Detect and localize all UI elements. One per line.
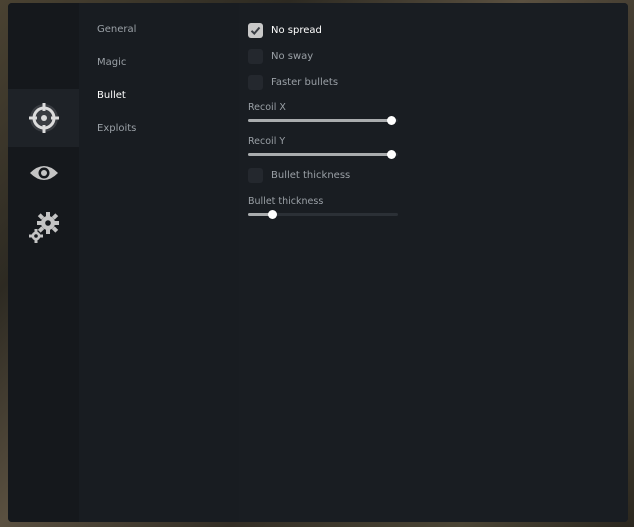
no-spread-checkbox[interactable]: [248, 23, 263, 38]
category-exploits[interactable]: Exploits: [97, 123, 136, 134]
bullet-thickness-toggle-label: Bullet thickness: [271, 170, 351, 181]
bullet-thickness-label: Bullet thickness: [248, 196, 324, 207]
category-general[interactable]: General: [97, 24, 136, 35]
bullet-settings-panel: No spread No sway Faster bullets Recoil …: [239, 3, 628, 522]
category-magic[interactable]: Magic: [97, 57, 126, 68]
bullet-thickness-slider[interactable]: [248, 210, 398, 219]
icon-rail: [8, 3, 79, 522]
no-spread-label: No spread: [271, 25, 322, 36]
bullet-thickness-toggle[interactable]: Bullet thickness: [248, 168, 350, 183]
crosshair-icon: [28, 103, 59, 133]
recoil-y-label: Recoil Y: [248, 136, 286, 147]
recoil-y-fill: [248, 153, 391, 156]
rail-tab-aim[interactable]: [8, 89, 79, 147]
gears-icon: [28, 212, 59, 243]
faster-bullets-checkbox[interactable]: [248, 75, 263, 90]
bullet-thickness-handle[interactable]: [268, 210, 277, 219]
recoil-x-slider[interactable]: [248, 116, 398, 125]
no-sway-toggle[interactable]: No sway: [248, 49, 313, 64]
recoil-x-label: Recoil X: [248, 102, 286, 113]
no-sway-checkbox[interactable]: [248, 49, 263, 64]
recoil-y-handle[interactable]: [386, 150, 396, 159]
bullet-thickness-checkbox[interactable]: [248, 168, 263, 183]
eye-icon: [29, 166, 58, 180]
no-sway-label: No sway: [271, 51, 314, 62]
rail-tab-visuals[interactable]: [8, 144, 79, 202]
recoil-x-handle[interactable]: [386, 116, 396, 125]
no-spread-toggle[interactable]: No spread: [248, 23, 322, 38]
faster-bullets-toggle[interactable]: Faster bullets: [248, 75, 338, 90]
rail-tab-settings[interactable]: [8, 199, 79, 257]
faster-bullets-label: Faster bullets: [271, 77, 339, 88]
recoil-x-fill: [248, 119, 391, 122]
checkmark-icon: [250, 26, 261, 35]
category-list: General Magic Bullet Exploits: [79, 3, 239, 522]
cheat-menu-window: General Magic Bullet Exploits No spread …: [8, 3, 628, 522]
recoil-y-slider[interactable]: [248, 150, 398, 159]
category-bullet[interactable]: Bullet: [97, 90, 126, 101]
